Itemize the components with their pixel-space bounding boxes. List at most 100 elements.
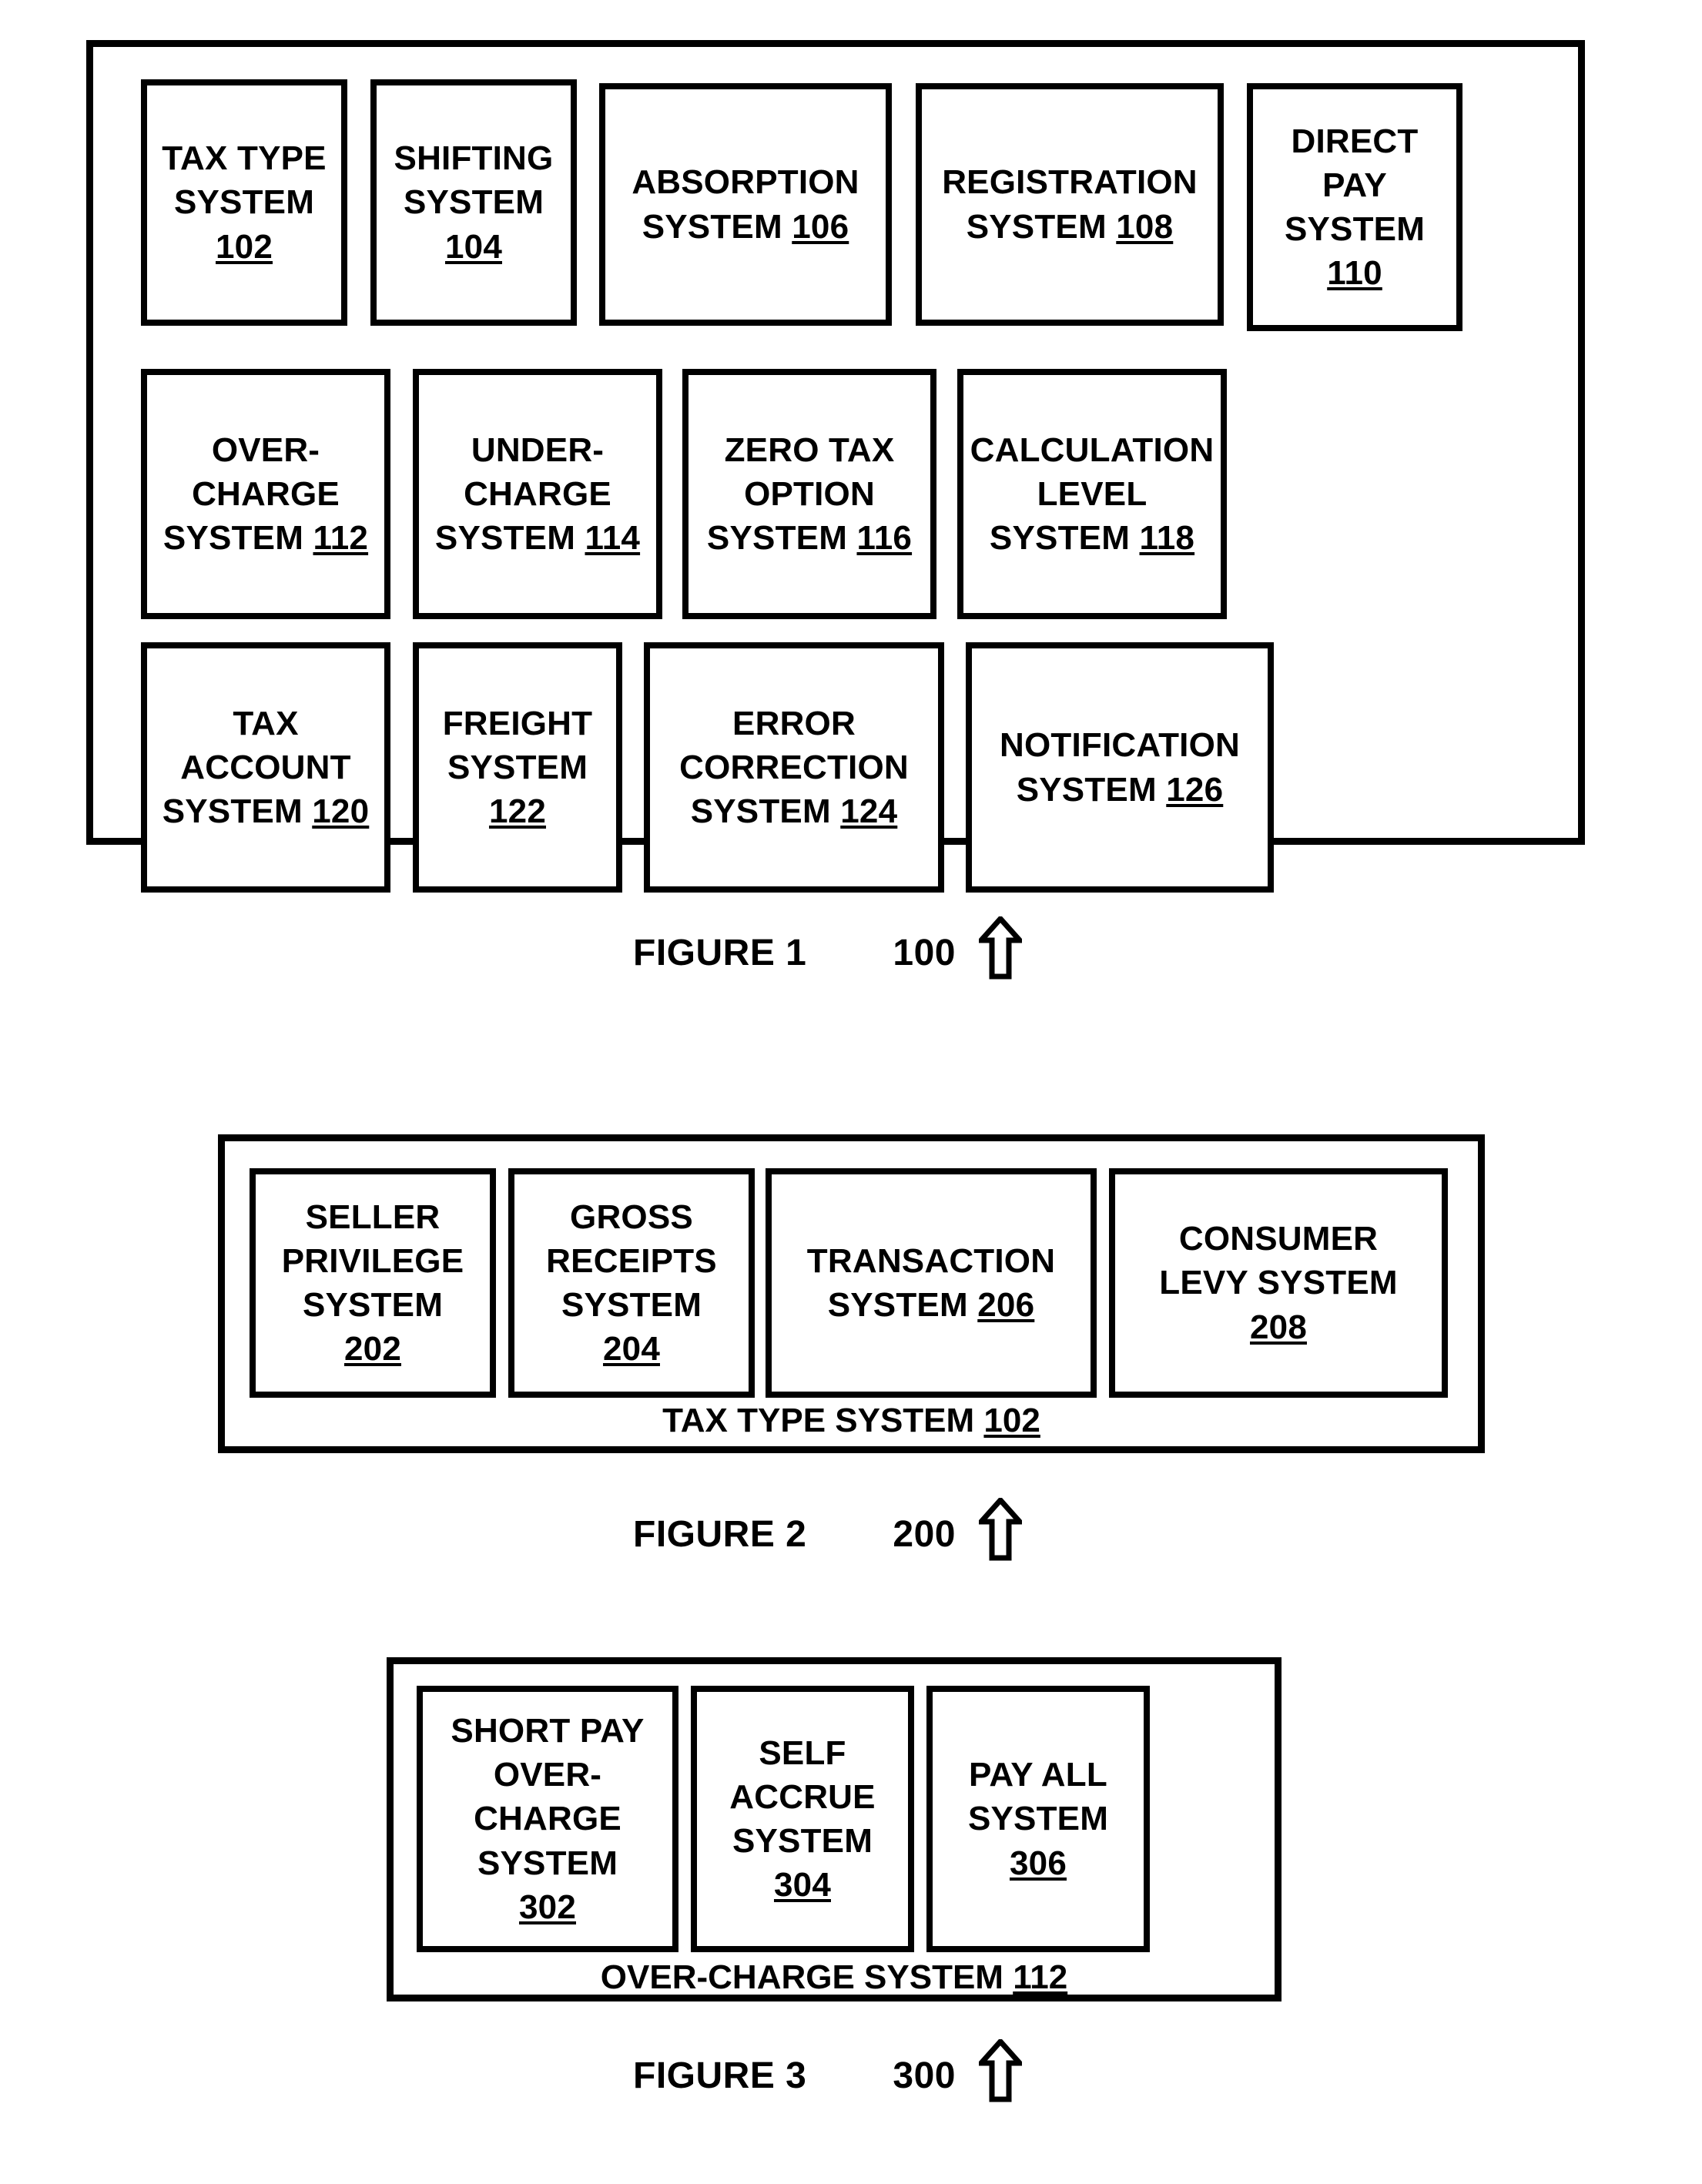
box-line-2: SYSTEM <box>403 183 544 222</box>
box-line-1: TAX TYPE <box>162 139 327 178</box>
figure1-label: FIGURE 1 <box>633 932 807 973</box>
box-notification-system-126: NOTIFICATION SYSTEM 126 <box>966 642 1274 893</box>
box-line-1: REGISTRATION <box>942 163 1198 202</box>
box-line-3: SYSTEM <box>561 1286 702 1324</box>
box-line-3: SYSTEM <box>732 1822 873 1860</box>
box-line-3: SYSTEM <box>162 792 303 831</box>
figure3-container-label: OVER-CHARGE SYSTEM 112 <box>394 1958 1275 1997</box>
box-line-2: SYSTEM <box>642 207 782 246</box>
box-under-charge-system-114: UNDER- CHARGE SYSTEM 114 <box>413 369 662 619</box>
up-arrow-outline-icon <box>975 1496 1026 1570</box>
box-line-2: OPTION <box>744 474 875 513</box>
box-reference-number: 124 <box>840 792 898 831</box>
box-line-2: PRIVILEGE <box>281 1241 464 1280</box>
box-line-1: FREIGHT <box>442 704 593 742</box>
box-reference-number: 116 <box>856 519 913 558</box>
box-line-1: SHIFTING <box>394 139 554 178</box>
box-line-1: PAY ALL <box>969 1756 1107 1794</box>
box-line-2: SYSTEM <box>827 1286 968 1324</box>
box-line-2: SYSTEM <box>967 1800 1109 1838</box>
box-reference-number: 202 <box>343 1330 401 1368</box>
box-reference-number: 120 <box>312 792 370 831</box>
figure2-outer-container: SELLER PRIVILEGE SYSTEM 202 GROSS RECEIP… <box>218 1134 1485 1453</box>
container-label-text: OVER-CHARGE SYSTEM <box>600 1958 1003 1996</box>
box-line-1: ZERO TAX <box>724 430 895 469</box>
box-consumer-levy-system-208: CONSUMER LEVY SYSTEM 208 <box>1109 1168 1448 1398</box>
figure2-container-label: TAX TYPE SYSTEM 102 <box>225 1402 1478 1440</box>
box-line-3: SYSTEM <box>690 792 831 831</box>
box-line-2: CHARGE <box>464 474 611 513</box>
box-direct-pay-system-110: DIRECT PAY SYSTEM 110 <box>1247 83 1462 331</box>
box-line-1: DIRECT <box>1291 122 1419 160</box>
box-line-1: CONSUMER <box>1178 1220 1379 1258</box>
box-line-2: LEVEL <box>1037 474 1148 513</box>
figure3-caption-row: FIGURE 3 300 <box>633 2037 1026 2112</box>
box-registration-system-108: REGISTRATION SYSTEM 108 <box>916 83 1224 326</box>
box-reference-number: 208 <box>1249 1308 1307 1346</box>
box-line-2: SYSTEM <box>173 183 315 222</box>
box-self-accrue-system-304: SELF ACCRUE SYSTEM 304 <box>691 1686 914 1952</box>
box-reference-number: 206 <box>977 1286 1035 1324</box>
figure2-label: FIGURE 2 <box>633 1513 807 1555</box>
box-reference-number: 110 <box>1327 254 1382 293</box>
box-pay-all-system-306: PAY ALL SYSTEM 306 <box>926 1686 1150 1952</box>
box-line-2: ACCOUNT <box>180 748 351 786</box>
box-tax-account-system-120: TAX ACCOUNT SYSTEM 120 <box>141 642 390 893</box>
box-line-2: CHARGE <box>192 474 340 513</box>
box-line-1: TRANSACTION <box>806 1241 1056 1280</box>
box-line-2: RECEIPTS <box>546 1241 717 1280</box>
box-reference-number: 114 <box>585 519 641 558</box>
figure2-reference-number: 200 <box>893 1513 956 1555</box>
box-line-2: PAY <box>1322 166 1387 204</box>
box-reference-number: 302 <box>518 1888 576 1926</box>
box-line-3: SYSTEM <box>1284 210 1426 248</box>
box-line-3: SYSTEM <box>302 1286 444 1324</box>
container-label-text: TAX TYPE SYSTEM <box>662 1402 975 1439</box>
box-line-1: ERROR <box>732 704 856 742</box>
box-line-1: CALCULATION <box>970 430 1215 469</box>
box-short-pay-over-charge-system-302: SHORT PAY OVER- CHARGE SYSTEM 302 <box>417 1686 678 1952</box>
box-seller-privilege-system-202: SELLER PRIVILEGE SYSTEM 202 <box>250 1168 496 1398</box>
box-reference-number: 102 <box>215 227 273 266</box>
figure1-outer-container: TAX TYPE SYSTEM 102 SHIFTING SYSTEM 104 … <box>86 40 1585 893</box>
box-line-1: TAX <box>233 704 299 742</box>
box-line-3: SYSTEM <box>162 519 304 558</box>
figure2-caption-row: FIGURE 2 200 <box>633 1496 1026 1570</box>
box-line-2: ACCRUE <box>729 1777 876 1816</box>
box-line-3: CHARGE <box>474 1800 621 1838</box>
box-reference-number: 204 <box>602 1330 660 1368</box>
figure1-reference-number: 100 <box>893 932 956 973</box>
box-reference-number: 126 <box>1166 770 1224 809</box>
up-arrow-outline-icon <box>975 914 1026 989</box>
box-line-1: OVER- <box>211 430 320 469</box>
box-freight-system-122: FREIGHT SYSTEM 122 <box>413 642 622 893</box>
box-transaction-system-206: TRANSACTION SYSTEM 206 <box>766 1168 1097 1398</box>
box-reference-number: 104 <box>444 227 502 266</box>
box-calculation-level-system-118: CALCULATION LEVEL SYSTEM 118 <box>957 369 1227 619</box>
box-line-2: LEVY SYSTEM <box>1159 1264 1398 1302</box>
box-zero-tax-option-system-116: ZERO TAX OPTION SYSTEM 116 <box>682 369 936 619</box>
box-reference-number: 304 <box>773 1866 831 1904</box>
box-tax-type-system-102: TAX TYPE SYSTEM 102 <box>141 79 347 326</box>
box-reference-number: 106 <box>792 207 849 246</box>
box-line-1: UNDER- <box>471 430 605 469</box>
figure3-label: FIGURE 3 <box>633 2055 807 2096</box>
figure3-reference-number: 300 <box>893 2055 956 2096</box>
figure1-caption-row: FIGURE 1 100 <box>633 914 1026 989</box>
box-reference-number: 122 <box>488 792 546 831</box>
box-line-1: NOTIFICATION <box>1000 726 1240 765</box>
figure3-outer-container: SHORT PAY OVER- CHARGE SYSTEM 302 SELF A… <box>387 1657 1282 2001</box>
box-over-charge-system-112: OVER- CHARGE SYSTEM 112 <box>141 369 390 619</box>
container-reference-number: 112 <box>1013 1958 1068 1996</box>
box-line-1: SELF <box>759 1733 846 1772</box>
box-reference-number: 118 <box>1139 519 1195 558</box>
box-error-correction-system-124: ERROR CORRECTION SYSTEM 124 <box>644 642 944 893</box>
box-shifting-system-104: SHIFTING SYSTEM 104 <box>370 79 577 326</box>
up-arrow-outline-icon <box>975 2037 1026 2112</box>
box-line-1: GROSS <box>570 1198 693 1236</box>
box-line-2: OVER- <box>493 1756 602 1794</box>
box-line-1: ABSORPTION <box>632 163 859 202</box>
box-line-2: SYSTEM <box>966 207 1107 246</box>
box-absorption-system-106: ABSORPTION SYSTEM 106 <box>599 83 892 326</box>
box-line-2: SYSTEM <box>1016 770 1157 809</box>
